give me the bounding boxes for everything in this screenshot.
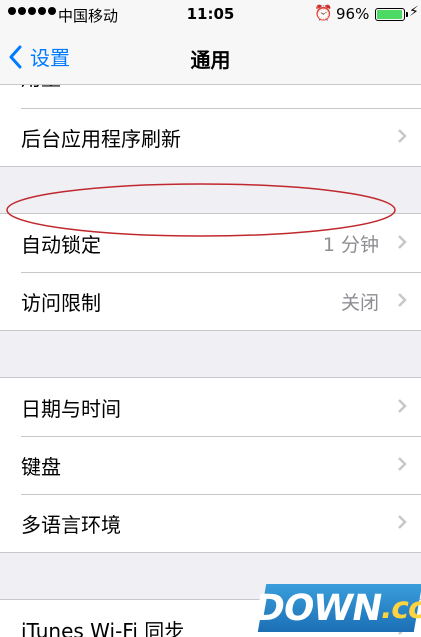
charging-icon: ⚡ <box>409 4 419 20</box>
row-value: 1 分钟 <box>322 234 379 256</box>
settings-row-language-region[interactable]: 多语言环境 <box>0 494 421 552</box>
chevron-right-icon <box>398 129 407 143</box>
settings-row-auto-lock[interactable]: 自动锁定 1 分钟 <box>0 214 421 272</box>
navigation-bar: 设置 通用 <box>0 30 421 85</box>
page-title: 通用 <box>190 48 231 72</box>
settings-row-keyboard[interactable]: 键盘 <box>0 436 421 494</box>
alarm-icon: ⏰ <box>314 4 333 22</box>
settings-group-lock: 自动锁定 1 分钟 访问限制 关闭 <box>0 213 421 331</box>
chevron-right-icon <box>398 293 407 307</box>
battery-percent: 96% <box>336 5 370 23</box>
settings-row-background-refresh[interactable]: 后台应用程序刷新 <box>0 108 421 166</box>
settings-group-locale: 日期与时间 键盘 多语言环境 <box>0 377 421 553</box>
watermark-suffix: .cc <box>378 590 421 626</box>
status-bar: 中国移动 11:05 ⏰ 96% ⚡ <box>0 0 421 30</box>
battery-icon <box>375 8 408 21</box>
chevron-right-icon <box>398 235 407 249</box>
row-label: 访问限制 <box>21 291 101 315</box>
settings-row-restrictions[interactable]: 访问限制 关闭 <box>0 272 421 330</box>
row-value: 关闭 <box>340 292 379 314</box>
chevron-right-icon <box>398 457 407 471</box>
chevron-right-icon <box>398 399 407 413</box>
chevron-right-icon <box>397 85 407 86</box>
settings-list: 用量 后台应用程序刷新 自动锁定 1 分钟 访问限制 关闭 日期与时间 键盘 <box>0 85 421 637</box>
row-label: 日期与时间 <box>21 397 121 421</box>
row-label: 用量 <box>21 85 61 91</box>
settings-row-date-time[interactable]: 日期与时间 <box>0 378 421 436</box>
row-label: 自动锁定 <box>21 233 101 257</box>
chevron-right-icon <box>398 515 407 529</box>
settings-row-usage[interactable]: 用量 <box>0 85 421 108</box>
row-label: 多语言环境 <box>21 513 121 537</box>
watermark-main: DOWN <box>251 587 385 629</box>
settings-group-usage: 用量 后台应用程序刷新 <box>0 85 421 167</box>
row-label: iTunes Wi-Fi 同步 <box>21 619 185 637</box>
watermark-logo: DOWN .cc <box>251 584 421 632</box>
row-label: 键盘 <box>21 455 61 479</box>
row-label: 后台应用程序刷新 <box>21 127 181 151</box>
